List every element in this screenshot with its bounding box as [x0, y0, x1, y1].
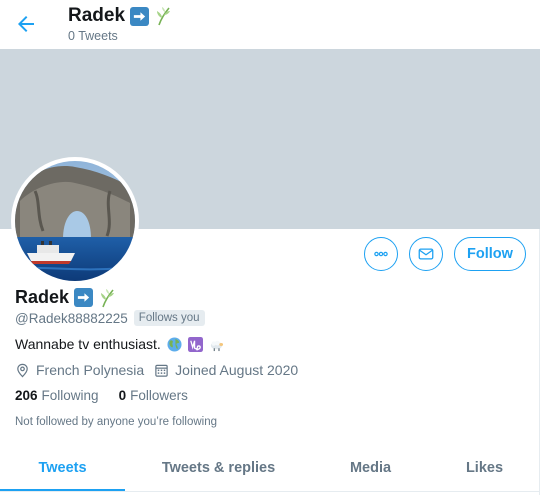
herb-emoji-icon — [98, 287, 116, 308]
handle-row: @Radek88882225 Follows you — [15, 310, 205, 326]
profile-tabs: Tweets Tweets & replies Media Likes — [0, 446, 540, 492]
followers-link[interactable]: 0 Followers — [119, 388, 188, 403]
sheep-emoji-icon — [210, 340, 223, 351]
tweet-count: 0 Tweets — [68, 29, 118, 43]
tab-tweets-and-replies[interactable]: Tweets & replies — [125, 446, 312, 490]
right-arrow-emoji-icon — [74, 288, 94, 308]
followers-label: Followers — [130, 388, 188, 403]
header-name: Radek — [68, 5, 126, 26]
profile-name-row: Radek — [15, 287, 116, 308]
profile-bio: Wannabe tv enthusiast. — [15, 336, 224, 352]
profile-page: Radek 0 Tweets Follow Radek @Radek888822… — [0, 0, 540, 495]
follows-you-badge: Follows you — [133, 310, 205, 326]
following-link[interactable]: 206 Following — [15, 388, 99, 403]
header-name-row: Radek — [68, 5, 172, 27]
capricorn-emoji-icon — [187, 336, 203, 352]
profile-name: Radek — [15, 287, 70, 308]
message-button[interactable] — [409, 237, 443, 271]
more-dots-icon — [374, 251, 388, 257]
tab-media[interactable]: Media — [312, 446, 429, 490]
location-pin-icon — [17, 363, 28, 377]
back-button[interactable] — [14, 12, 44, 38]
following-label: Following — [41, 388, 99, 403]
right-arrow-emoji-icon — [130, 6, 150, 26]
profile-location: French Polynesia — [36, 362, 145, 378]
tab-tweets[interactable]: Tweets — [0, 446, 125, 491]
more-options-button[interactable] — [364, 237, 398, 271]
not-followed-note: Not followed by anyone you’re following — [15, 416, 218, 428]
avatar-image — [15, 161, 135, 281]
tab-likes[interactable]: Likes — [429, 446, 540, 490]
herb-emoji-icon — [154, 5, 172, 27]
follow-button[interactable]: Follow — [454, 237, 526, 271]
avatar[interactable] — [11, 157, 139, 285]
arrow-left-icon — [18, 16, 34, 32]
bio-text: Wannabe tv enthusiast. — [15, 336, 161, 352]
envelope-icon — [418, 248, 434, 260]
profile-meta-row: French Polynesia Joined August 2020 — [15, 362, 298, 378]
profile-joined-date: Joined August 2020 — [175, 362, 299, 378]
profile-handle: @Radek88882225 — [15, 310, 128, 326]
following-count: 206 — [15, 388, 38, 403]
top-header: Radek 0 Tweets — [0, 0, 540, 49]
calendar-icon — [155, 364, 168, 377]
globe-emoji-icon — [167, 336, 182, 352]
follow-counts: 206 Following 0 Followers — [15, 388, 188, 403]
followers-count: 0 — [118, 388, 127, 403]
